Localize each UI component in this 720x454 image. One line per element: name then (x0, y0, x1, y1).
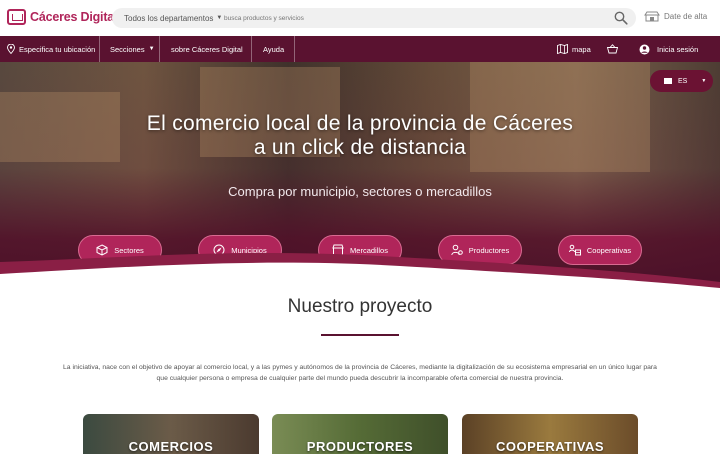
map-icon (557, 44, 568, 54)
site-logo[interactable]: Cáceres Digital (7, 9, 118, 25)
departments-label: Todos los departamentos (124, 13, 214, 23)
search-icon[interactable] (614, 11, 628, 25)
location-selector[interactable]: Especifica tu ubicación (7, 36, 95, 62)
map-link[interactable]: mapa (557, 36, 591, 62)
card-productores[interactable]: PRODUCTORES (272, 414, 448, 454)
logo-text: Cáceres Digital (30, 10, 118, 24)
nav-divider (99, 36, 100, 62)
hero-title: El comercio local de la provincia de Các… (0, 112, 720, 160)
location-label: Especifica tu ubicación (19, 44, 96, 54)
location-pin-icon (7, 44, 15, 54)
caret-down-icon: ▼ (148, 46, 155, 52)
departments-dropdown[interactable]: Todos los departamentos ▼ (112, 14, 224, 23)
login-link[interactable]: Inicia sesión (639, 36, 698, 62)
search-bar: Todos los departamentos ▼ (112, 8, 636, 28)
hero-wave-divider (0, 252, 720, 298)
signup-label: Date de alta (664, 12, 708, 21)
map-label: mapa (572, 44, 591, 54)
language-label: ES (678, 77, 688, 85)
hero-banner: ES ▼ El comercio local de la provincia d… (0, 62, 720, 298)
search-input[interactable] (224, 14, 594, 22)
section-description: La iniciativa, nace con el objetivo de a… (63, 364, 657, 382)
flag-icon (664, 78, 672, 84)
nav-about-label: sobre Cáceres Digital (171, 44, 243, 54)
title-underline (321, 334, 399, 336)
nav-help-label: Ayuda (263, 44, 285, 54)
login-label: Inicia sesión (657, 44, 699, 54)
caret-down-icon: ▼ (216, 15, 223, 21)
hero-title-line1: El comercio local de la provincia de Các… (146, 112, 574, 135)
nav-sections[interactable]: Secciones ▼ (110, 36, 155, 62)
card-comercios[interactable]: COMERCIOS (83, 414, 259, 454)
user-icon (639, 44, 650, 54)
nav-sections-label: Secciones (110, 44, 145, 54)
hero-title-line2: a un click de distancia (253, 136, 467, 159)
main-navbar: Especifica tu ubicación Secciones ▼ sobr… (0, 36, 720, 62)
signup-link[interactable]: Date de alta (644, 11, 707, 22)
top-header: Cáceres Digital Todos los departamentos … (0, 0, 720, 36)
card-label: PRODUCTORES (306, 439, 414, 454)
section-title: Nuestro proyecto (287, 296, 433, 317)
store-icon (644, 11, 660, 22)
nav-help[interactable]: Ayuda (263, 36, 284, 62)
caret-down-icon: ▼ (701, 78, 707, 84)
language-selector[interactable]: ES ▼ (650, 70, 713, 92)
nav-divider (159, 36, 160, 62)
logo-icon (7, 9, 26, 25)
nav-divider (251, 36, 252, 62)
basket-icon (607, 44, 618, 54)
card-cooperativas[interactable]: COOPERATIVAS (462, 414, 638, 454)
nav-about[interactable]: sobre Cáceres Digital (171, 36, 243, 62)
cart-button[interactable] (607, 36, 618, 62)
nav-divider (294, 36, 295, 62)
hero-subtitle: Compra por municipio, sectores o mercadi… (228, 184, 492, 199)
card-label: COOPERATIVAS (495, 439, 605, 454)
card-label: COMERCIOS (128, 439, 214, 454)
